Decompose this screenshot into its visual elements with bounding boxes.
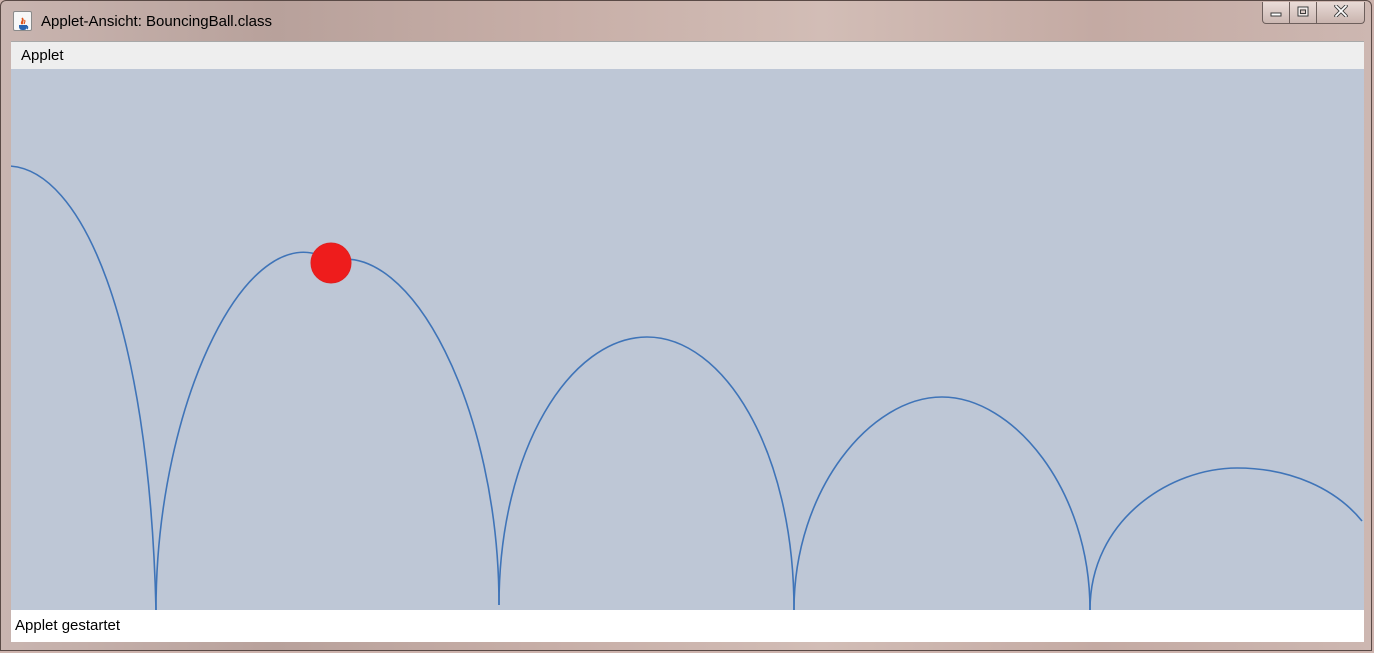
close-icon (1333, 3, 1348, 22)
trajectory-arc-3 (498, 336, 795, 610)
menu-bar: Applet (11, 41, 1364, 69)
status-text: Applet gestartet (15, 617, 121, 634)
trajectory-arc-1 (11, 165, 157, 610)
window-controls (1262, 2, 1365, 24)
java-cup-icon[interactable] (13, 11, 32, 31)
maximize-icon (1297, 4, 1309, 22)
close-button[interactable] (1317, 2, 1365, 24)
status-bar: Applet gestartet (11, 610, 1364, 642)
minimize-button[interactable] (1262, 2, 1290, 24)
menu-applet[interactable]: Applet (21, 47, 64, 64)
bouncing-ball (310, 242, 352, 284)
trajectory-arc-5 (1089, 467, 1363, 610)
maximize-button[interactable] (1290, 2, 1317, 24)
minimize-icon (1270, 4, 1282, 22)
trajectory-arc-2 (155, 251, 500, 610)
title-bar[interactable]: Applet-Ansicht: BouncingBall.class (1, 1, 1373, 41)
window-title: Applet-Ansicht: BouncingBall.class (41, 13, 272, 30)
bouncing-ball-drawing (11, 165, 1363, 610)
applet-viewer-window: Applet-Ansicht: BouncingBall.class Apple… (0, 0, 1372, 651)
trajectory-arc-4 (793, 396, 1091, 610)
applet-canvas[interactable] (11, 69, 1364, 610)
